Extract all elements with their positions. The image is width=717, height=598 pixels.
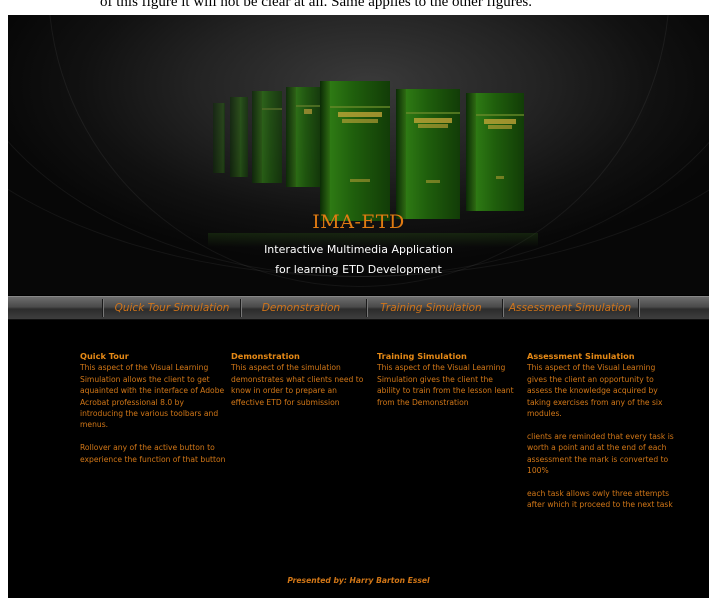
column-heading: Demonstration (231, 351, 300, 361)
column-demonstration: Demonstration This aspect of the simulat… (231, 351, 371, 419)
book-icon (286, 87, 320, 187)
document-caption: of this figure it will not be clear at a… (100, 0, 532, 10)
column-quick-tour: Quick Tour This aspect of the Visual Lea… (80, 351, 228, 476)
app-subtitle-line1: Interactive Multimedia Application (264, 243, 453, 256)
nav-divider (240, 299, 242, 317)
column-text: This aspect of the Visual Learning gives… (527, 363, 663, 419)
nav-assessment-simulation[interactable]: Assessment Simulation (506, 299, 634, 317)
book-icon (230, 97, 248, 177)
column-text: each task allows owly three attempts aft… (527, 488, 673, 510)
nav-divider (502, 299, 504, 317)
column-text: This aspect of the simulation demonstrat… (231, 363, 364, 407)
column-text: clients are reminded that every task is … (527, 431, 674, 476)
hero-banner: IMA-ETD Interactive Multimedia Applicati… (8, 15, 709, 295)
presenter-credit: Presented by: Harry Barton Essel (287, 576, 430, 585)
book-icon (396, 89, 460, 219)
column-text: This aspect of the Visual Learning Simul… (377, 363, 514, 407)
column-heading: Quick Tour (80, 351, 129, 361)
nav-training-simulation[interactable]: Training Simulation (372, 299, 490, 317)
navigation-bar: Quick Tour Simulation Demonstration Trai… (8, 296, 709, 320)
nav-divider (638, 299, 640, 317)
book-icon (252, 91, 282, 183)
column-assessment-simulation: Assessment Simulation This aspect of the… (527, 351, 675, 522)
column-training-simulation: Training Simulation This aspect of the V… (377, 351, 517, 419)
app-subtitle-line2: for learning ETD Development (275, 263, 442, 276)
column-text: Rollover any of the active button to exp… (80, 443, 226, 464)
column-heading: Training Simulation (377, 351, 467, 361)
column-heading: Assessment Simulation (527, 351, 635, 361)
book-icon (213, 103, 225, 173)
book-icon (466, 93, 524, 211)
book-icon (320, 81, 390, 221)
nav-divider (102, 299, 104, 317)
nav-divider (366, 299, 368, 317)
nav-demonstration[interactable]: Demonstration (246, 299, 356, 317)
nav-quick-tour-simulation[interactable]: Quick Tour Simulation (108, 299, 236, 317)
app-title: IMA-ETD (312, 211, 405, 233)
column-text: This aspect of the Visual Learning Simul… (80, 363, 225, 430)
app-window: IMA-ETD Interactive Multimedia Applicati… (8, 15, 709, 598)
